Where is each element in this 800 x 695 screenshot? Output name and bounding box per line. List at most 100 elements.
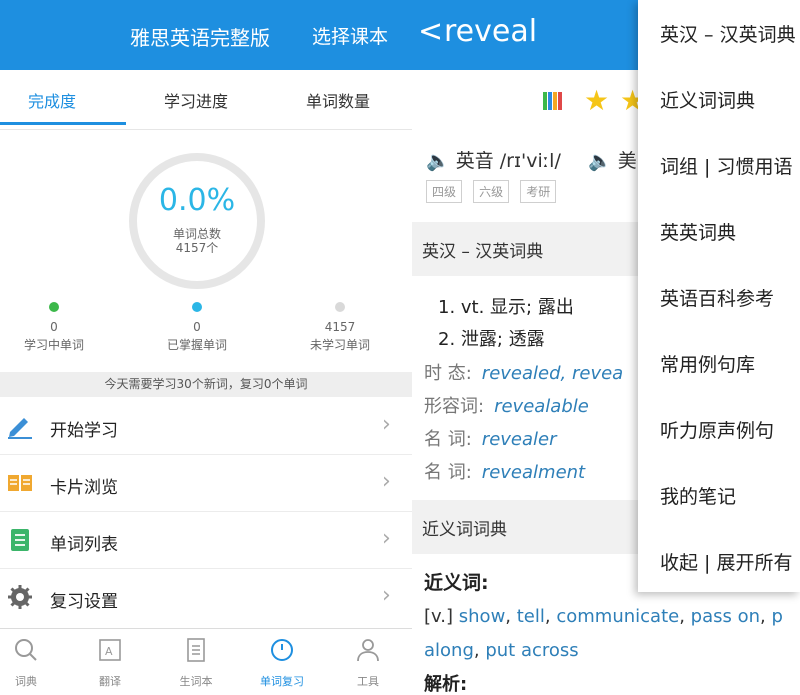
pencil-icon [8, 418, 32, 439]
chevron-right-icon: › [382, 583, 391, 608]
search-icon [15, 639, 37, 661]
unlearned-dot [335, 302, 345, 312]
section-jump-menu: 英汉 – 汉英词典 近义词词典 词组 | 习惯用语 英英词典 英语百科参考 常用… [638, 0, 800, 592]
chevron-right-icon: › [382, 526, 391, 551]
word-form: 形容词: revealable [424, 392, 589, 418]
speaker-icon: 🔈 [588, 150, 612, 172]
pos-label: [v.] [424, 606, 454, 627]
daily-plan-notice: 今天需要学习30个新词，复习0个单词 [0, 372, 412, 397]
stat-label: 学习中单词 [23, 338, 84, 352]
nav-label: 生词本 [179, 675, 213, 688]
stat-learning: 0 学习中单词 [0, 302, 114, 353]
chevron-right-icon: › [382, 412, 391, 437]
synonyms-line-1: [v.] show, tell, communicate, pass on, p [424, 606, 783, 627]
nav-translate[interactable]: A 翻译 [80, 637, 140, 689]
uk-phonetic: 英音 /rɪ'viːl/ [455, 150, 561, 172]
headword: reveal [444, 14, 538, 49]
menu-word-list[interactable]: 单词列表 › [0, 512, 412, 569]
exam-tag: 六级 [473, 180, 510, 203]
menu-label: 复习设置 [50, 592, 118, 612]
synonym-link[interactable]: p [771, 606, 782, 627]
synonym-link[interactable]: show [459, 606, 506, 627]
book-icon [8, 475, 32, 491]
menu-item-synonyms[interactable]: 近义词词典 [660, 86, 755, 113]
menu-item-encyclopedia[interactable]: 英语百科参考 [660, 284, 774, 311]
menu-label: 开始学习 [50, 421, 118, 441]
back-button[interactable]: < [418, 14, 443, 49]
synonym-link[interactable]: pass on [691, 606, 760, 627]
menu-item-my-notes[interactable]: 我的笔记 [660, 482, 736, 509]
left-header: 雅思英语完整版 选择课本 [0, 0, 412, 70]
uk-pronunciation[interactable]: 🔈 英音 /rɪ'viːl/ [426, 146, 561, 173]
menu-item-phrases[interactable]: 词组 | 习惯用语 [660, 152, 792, 179]
word-form-label: 时 态: [424, 363, 472, 384]
word-form-label: 形容词: [424, 396, 485, 417]
analysis-title: 解析: [424, 674, 468, 695]
chevron-right-icon: › [382, 469, 391, 494]
select-textbook-button[interactable]: 选择课本 [312, 22, 388, 49]
word-form: 名 词: revealer [424, 425, 557, 451]
mastered-dot [192, 302, 202, 312]
section-title: 近义词词典 [422, 520, 507, 540]
word-form-value[interactable]: revealed, revea [482, 363, 623, 384]
nav-dictionary[interactable]: 词典 [0, 637, 56, 689]
menu-item-en-en-dictionary[interactable]: 英英词典 [660, 218, 736, 245]
frequency-bars-icon [543, 92, 562, 110]
nav-label: 单词复习 [260, 675, 304, 688]
word-form-value[interactable]: revealable [494, 396, 589, 417]
vocab-review-screen: 雅思英语完整版 选择课本 完成度 学习进度 单词数量 0.0% 单词总数 415… [0, 0, 412, 695]
word-form-label: 名 词: [424, 462, 472, 483]
gear-icon [8, 585, 32, 609]
active-tab-indicator [0, 122, 126, 125]
menu-item-examples[interactable]: 常用例句库 [660, 350, 755, 377]
nav-label: 翻译 [99, 675, 121, 688]
definition-1: 1. vt. 显示; 露出 [438, 297, 574, 318]
svg-text:A: A [105, 645, 113, 658]
synonym-link[interactable]: put across [485, 640, 578, 661]
clock-icon [271, 639, 293, 661]
menu-card-browse[interactable]: 卡片浏览 › [0, 455, 412, 512]
stat-mastered: 0 已掌握单词 [137, 302, 257, 353]
progress-ring [129, 153, 265, 289]
menu-item-collapse-expand[interactable]: 收起 | 展开所有 [660, 548, 792, 575]
stat-value: 4157 [324, 320, 356, 334]
word-form: 名 词: revealment [424, 458, 585, 484]
word-form-label: 名 词: [424, 429, 472, 450]
nav-wordbook[interactable]: 生词本 [166, 637, 226, 689]
course-title: 雅思英语完整版 [130, 26, 270, 50]
list-icon [11, 529, 29, 551]
stat-unlearned: 4157 未学习单词 [280, 302, 400, 353]
progress-percent: 0.0% [158, 183, 236, 218]
synonym-link[interactable]: tell [517, 606, 545, 627]
section-title: 英汉 – 汉英词典 [422, 242, 544, 262]
stat-value: 0 [193, 320, 201, 334]
nav-label: 工具 [357, 675, 379, 688]
menu-start-learning[interactable]: 开始学习 › [0, 398, 412, 455]
stat-value: 0 [50, 320, 58, 334]
synonym-link[interactable]: communicate [556, 606, 679, 627]
star-icon: ★ [584, 84, 610, 117]
tab-completion[interactable]: 完成度 [28, 88, 76, 112]
menu-item-audio-examples[interactable]: 听力原声例句 [660, 416, 774, 443]
tab-bar: 完成度 学习进度 单词数量 [0, 70, 412, 130]
menu-review-settings[interactable]: 复习设置 › [0, 569, 412, 626]
stat-label: 已掌握单词 [166, 338, 227, 352]
exam-tags: 四级 六级 考研 [426, 180, 562, 203]
stat-label: 未学习单词 [309, 338, 370, 352]
exam-tag: 四级 [426, 180, 463, 203]
tab-word-count[interactable]: 单词数量 [306, 88, 370, 112]
bottom-nav: 词典 A 翻译 生词本 单词复习 工具 [0, 628, 412, 695]
nav-tools[interactable]: 工具 [338, 637, 398, 689]
word-form-value[interactable]: revealer [482, 429, 557, 450]
nav-word-review[interactable]: 单词复习 [252, 637, 312, 689]
exam-tag: 考研 [520, 180, 557, 203]
synonym-link[interactable]: along [424, 640, 474, 661]
tab-progress[interactable]: 学习进度 [164, 88, 228, 112]
speaker-icon: 🔈 [426, 150, 450, 172]
synonyms-line-2: along, put across [424, 640, 579, 661]
us-pronunciation[interactable]: 🔈 美 [588, 146, 637, 173]
us-label: 美 [617, 150, 637, 172]
menu-label: 单词列表 [50, 535, 118, 555]
word-form-value[interactable]: revealment [482, 462, 585, 483]
menu-item-en-cn-dictionary[interactable]: 英汉 – 汉英词典 [660, 20, 796, 47]
